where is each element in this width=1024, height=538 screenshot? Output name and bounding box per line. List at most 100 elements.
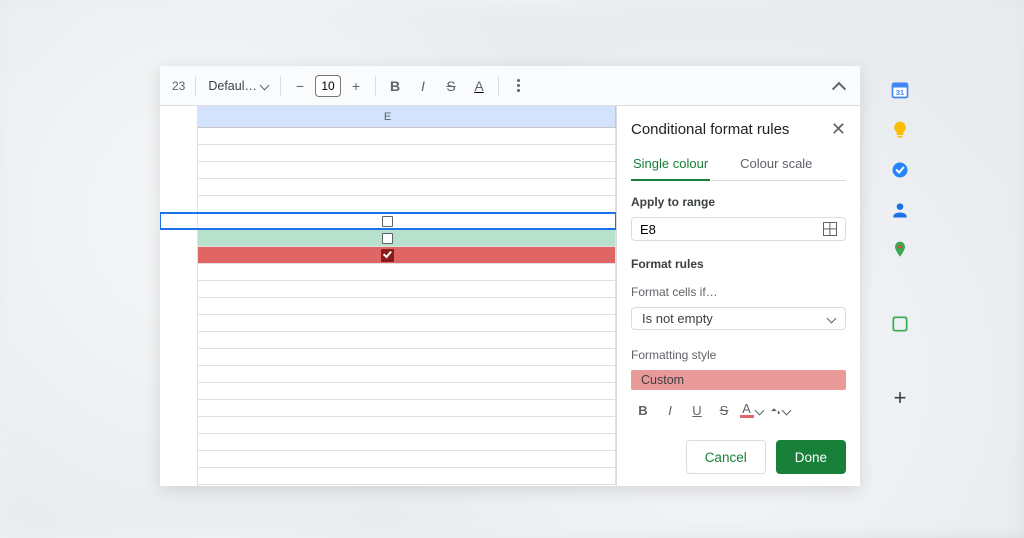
font-family-select[interactable]: Defaul… — [202, 75, 274, 97]
row — [160, 162, 616, 179]
cell[interactable] — [160, 230, 616, 246]
cell[interactable] — [160, 400, 616, 416]
row — [160, 332, 616, 349]
row — [160, 281, 616, 298]
keep-icon[interactable] — [890, 120, 910, 140]
row — [160, 213, 616, 230]
tab-single-colour[interactable]: Single colour — [631, 148, 710, 181]
condition-dropdown[interactable]: Is not empty — [631, 307, 846, 330]
cell[interactable] — [160, 349, 616, 365]
style-fill-color-button[interactable] — [766, 398, 790, 422]
more-options-button[interactable] — [505, 73, 531, 99]
chevron-down-icon — [783, 407, 790, 414]
chevron-up-icon — [834, 81, 844, 91]
row — [160, 179, 616, 196]
row — [160, 366, 616, 383]
column-header-e[interactable]: E — [160, 106, 616, 128]
range-text-field[interactable] — [640, 222, 823, 237]
cell[interactable] — [160, 366, 616, 382]
row — [160, 196, 616, 213]
range-input[interactable] — [631, 217, 846, 241]
row-header-gutter — [160, 106, 198, 486]
format-cells-if-label: Format cells if… — [631, 285, 846, 299]
row — [160, 145, 616, 162]
toolbar-divider — [280, 76, 281, 96]
cell[interactable] — [160, 468, 616, 484]
spreadsheet-grid[interactable]: E — [160, 106, 616, 486]
toolbar-divider — [195, 76, 196, 96]
close-panel-button[interactable]: ✕ — [831, 120, 846, 138]
text-color-button[interactable]: A — [466, 73, 492, 99]
font-size-decrease-button[interactable]: − — [287, 73, 313, 99]
cell[interactable] — [160, 332, 616, 348]
tab-colour-scale[interactable]: Colour scale — [738, 148, 814, 180]
panel-title: Conditional format rules — [631, 121, 789, 138]
maps-icon[interactable] — [890, 240, 910, 260]
chevron-down-icon — [261, 82, 268, 89]
checkbox-empty-icon[interactable] — [382, 233, 393, 244]
collapse-toolbar-button[interactable] — [826, 73, 852, 99]
range-picker-icon[interactable] — [823, 222, 837, 236]
toolbar: 23 Defaul… − + B I S A — [160, 66, 860, 106]
row — [160, 468, 616, 485]
style-bold-button[interactable]: B — [631, 398, 655, 422]
zoom-fragment: 23 — [168, 79, 189, 93]
cell[interactable] — [160, 298, 616, 314]
font-size-input[interactable] — [315, 75, 341, 97]
svg-text:31: 31 — [896, 88, 904, 97]
cell[interactable] — [160, 417, 616, 433]
checkbox-empty-icon[interactable] — [382, 216, 393, 227]
font-size-increase-button[interactable]: + — [343, 73, 369, 99]
italic-button[interactable]: I — [410, 73, 436, 99]
cell[interactable] — [160, 179, 616, 195]
strikethrough-button[interactable]: S — [438, 73, 464, 99]
row — [160, 400, 616, 417]
style-preview[interactable]: Custom — [631, 370, 846, 390]
done-button[interactable]: Done — [776, 440, 846, 474]
cell[interactable] — [160, 128, 616, 144]
addon-icon[interactable] — [890, 314, 910, 334]
panel-buttons: Cancel Done — [631, 440, 846, 474]
format-rules-heading: Format rules — [631, 257, 846, 271]
cell[interactable] — [160, 383, 616, 399]
row — [160, 315, 616, 332]
row — [160, 298, 616, 315]
fill-bucket-icon — [767, 403, 781, 417]
row — [160, 247, 616, 264]
row — [160, 230, 616, 247]
style-text-color-button[interactable]: A — [739, 398, 763, 422]
main-area: E — [160, 106, 860, 486]
row — [160, 128, 616, 145]
cell[interactable] — [160, 281, 616, 297]
style-italic-button[interactable]: I — [658, 398, 682, 422]
cell[interactable] — [160, 315, 616, 331]
row — [160, 434, 616, 451]
bold-button[interactable]: B — [382, 73, 408, 99]
get-addons-button[interactable]: + — [890, 388, 910, 408]
row — [160, 349, 616, 366]
cell[interactable] — [160, 434, 616, 450]
more-vert-icon — [517, 79, 520, 92]
checkbox-checked-icon[interactable] — [381, 249, 394, 262]
font-family-label: Defaul… — [208, 79, 257, 93]
cell[interactable] — [160, 196, 616, 212]
cell[interactable] — [160, 247, 616, 263]
cell[interactable] — [160, 451, 616, 467]
style-underline-button[interactable]: U — [685, 398, 709, 422]
row — [160, 451, 616, 468]
side-app-rail: 31 + — [890, 70, 910, 408]
calendar-icon[interactable]: 31 — [890, 80, 910, 100]
condition-value: Is not empty — [642, 311, 713, 326]
cancel-button[interactable]: Cancel — [686, 440, 766, 474]
cell[interactable] — [160, 264, 616, 280]
cell-selected[interactable] — [160, 213, 616, 229]
apply-range-heading: Apply to range — [631, 195, 846, 209]
row — [160, 264, 616, 281]
contacts-icon[interactable] — [890, 200, 910, 220]
tasks-icon[interactable] — [890, 160, 910, 180]
cell[interactable] — [160, 145, 616, 161]
style-toolbar: B I U S A — [631, 394, 846, 426]
chevron-down-icon — [828, 315, 835, 322]
style-strike-button[interactable]: S — [712, 398, 736, 422]
cell[interactable] — [160, 162, 616, 178]
